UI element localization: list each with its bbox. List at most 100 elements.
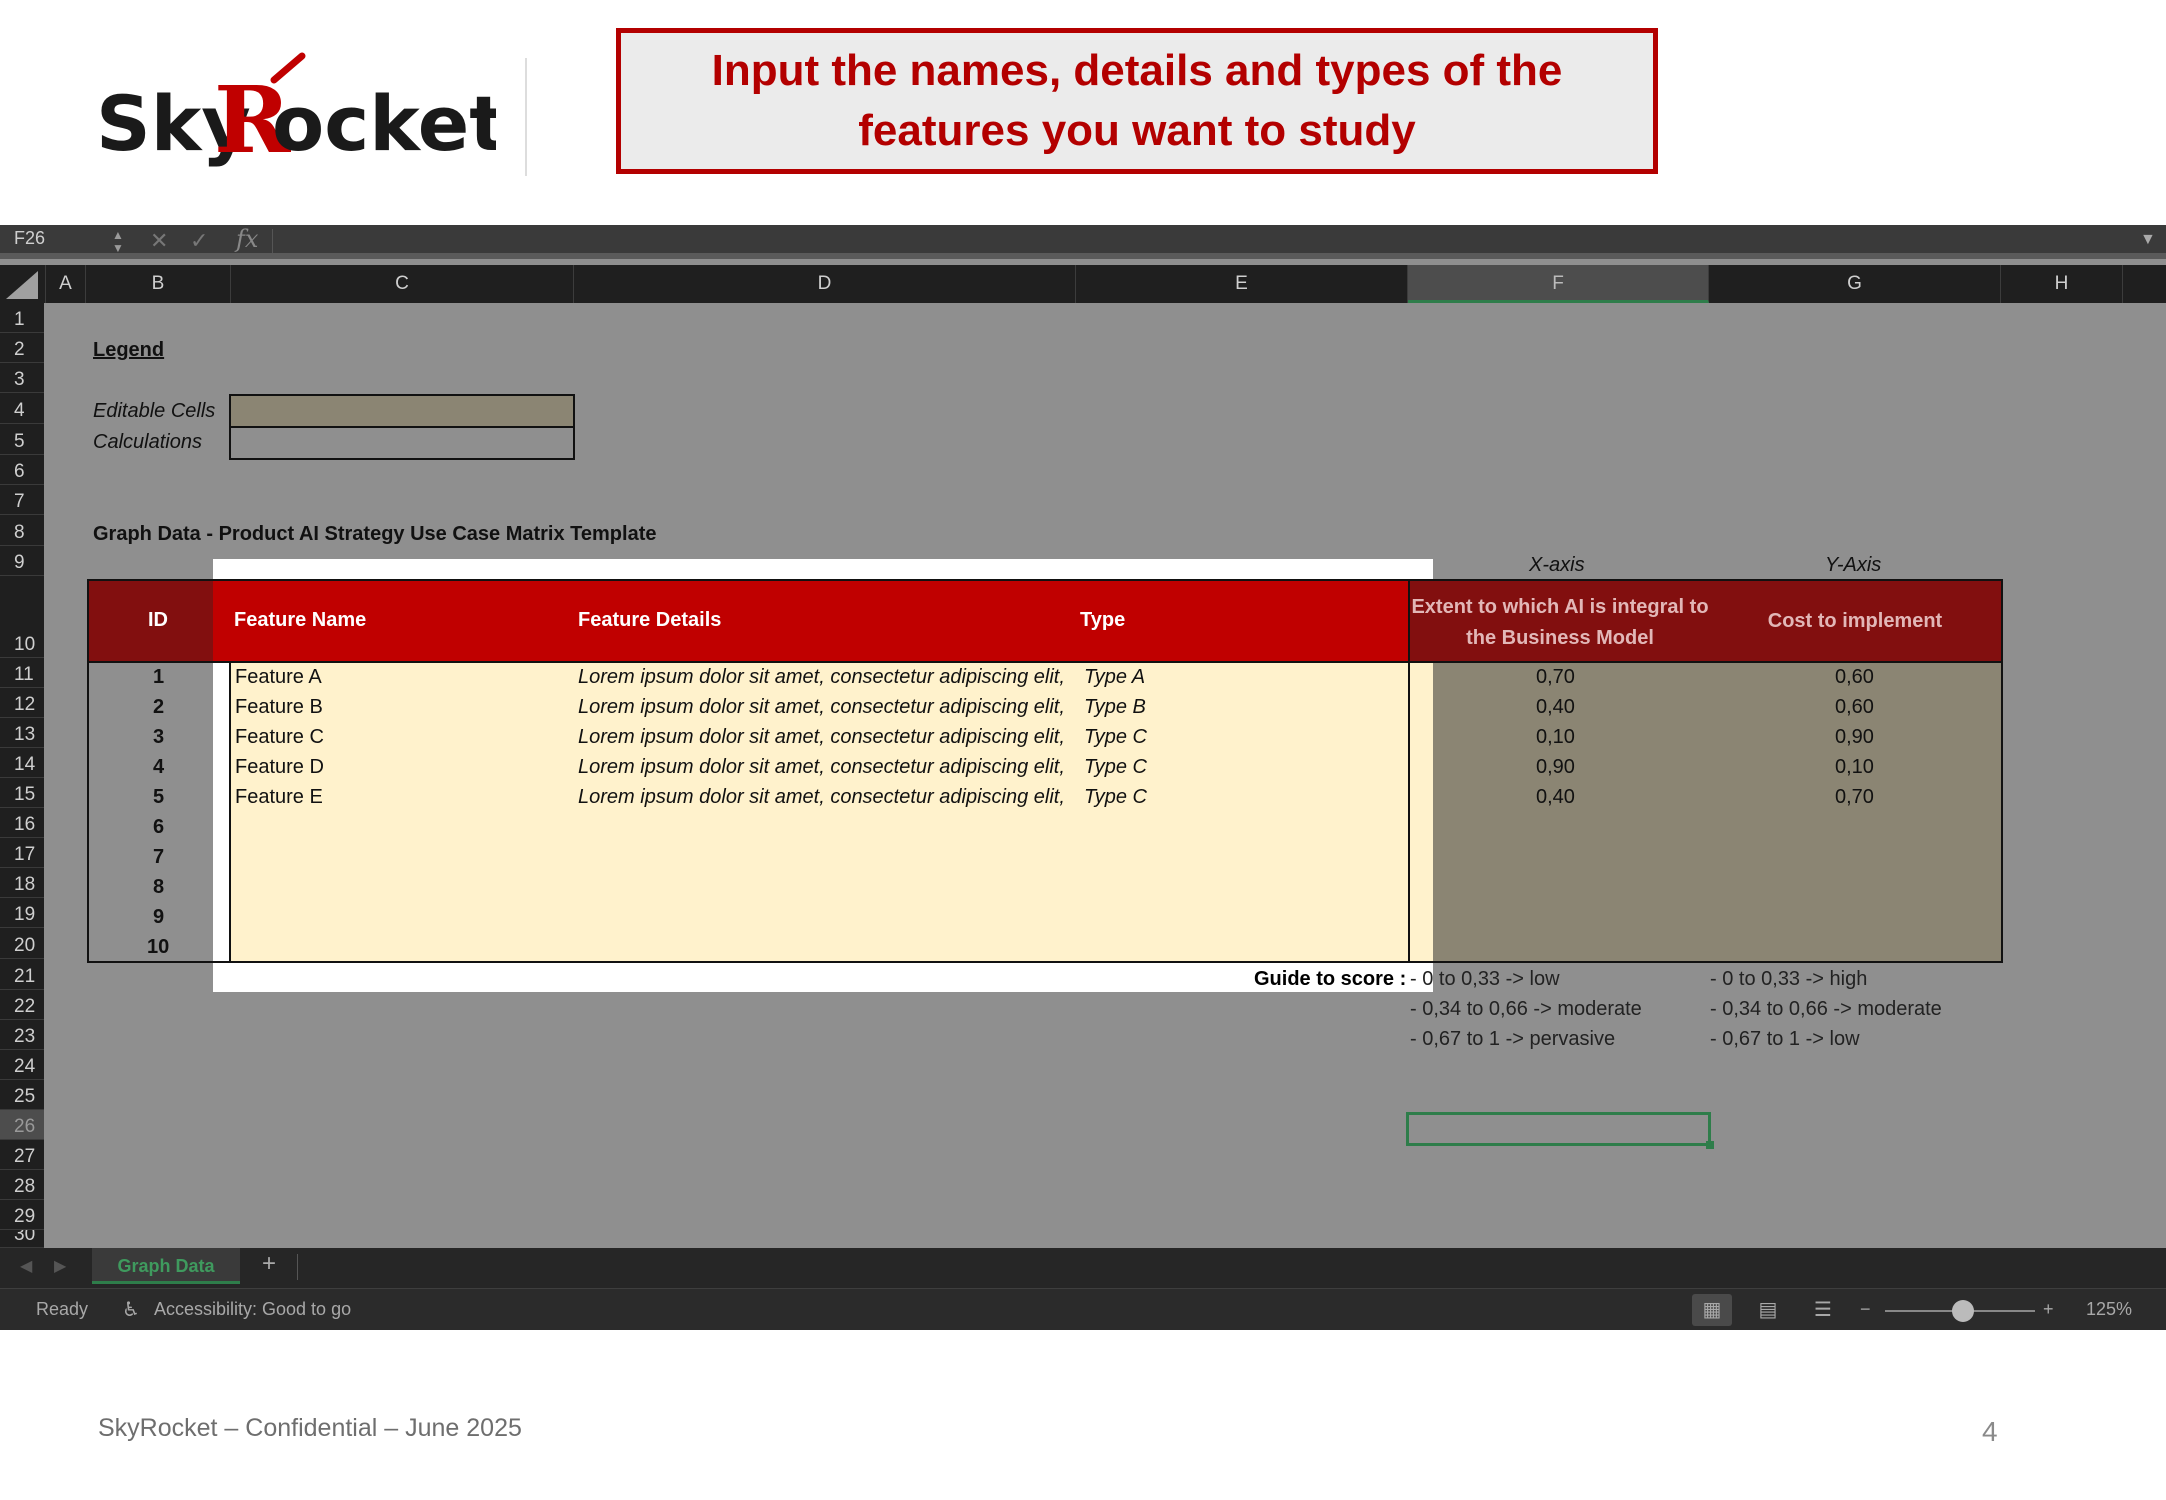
row-header[interactable]: 25 [0, 1080, 44, 1110]
name-box-stepper-icon[interactable]: ▲ ▼ [112, 229, 124, 255]
cell-feature-name[interactable]: Feature D [235, 756, 324, 779]
column-header-c[interactable]: C [231, 265, 574, 303]
cancel-icon[interactable]: ✕ [150, 228, 168, 254]
cell-y-value[interactable]: 0,90 [1835, 726, 1874, 749]
row-header[interactable]: 1 [0, 303, 44, 333]
row-header[interactable]: 2 [0, 333, 44, 363]
slide: Sky R ocket Input the names, details and… [0, 0, 2166, 1500]
cell-feature-details[interactable]: Lorem ipsum dolor sit amet, consectetur … [578, 786, 1065, 809]
accessibility-status[interactable]: Accessibility: Good to go [154, 1299, 351, 1320]
cell-feature-name[interactable]: Feature B [235, 696, 323, 719]
column-header-h[interactable]: H [2001, 265, 2123, 303]
formula-input[interactable] [272, 229, 2128, 253]
row-header[interactable]: 24 [0, 1050, 44, 1080]
page-number: 4 [1982, 1416, 1998, 1447]
score-region[interactable] [1433, 662, 2002, 962]
row-header[interactable]: 10 [0, 576, 44, 658]
column-header-d[interactable]: D [574, 265, 1076, 303]
zoom-slider-thumb[interactable] [1952, 1300, 1974, 1322]
page-layout-view-icon[interactable]: ▤ [1748, 1294, 1788, 1326]
legend-calc-swatch [229, 426, 575, 460]
guide-x-low: - 0 to 0,33 -> low [1410, 968, 1560, 990]
cell-feature-name[interactable]: Feature C [235, 726, 324, 749]
page-break-view-icon[interactable]: ☰ [1803, 1294, 1843, 1326]
row-header[interactable]: 9 [0, 546, 44, 576]
cell-y-value[interactable]: 0,10 [1835, 756, 1874, 779]
header-cells-red [213, 580, 1409, 662]
normal-view-icon[interactable]: ▦ [1692, 1294, 1732, 1326]
guide-x-pervasive: - 0,67 to 1 -> pervasive [1410, 1028, 1616, 1050]
cell-y-value[interactable]: 0,60 [1835, 696, 1874, 719]
column-header-g[interactable]: G [1709, 265, 2001, 303]
row-header[interactable]: 27 [0, 1140, 44, 1170]
cell-y-value[interactable]: 0,70 [1835, 786, 1874, 809]
row-header[interactable]: 29 [0, 1200, 44, 1230]
row-header[interactable]: 13 [0, 718, 44, 748]
tab-scroll-right-icon[interactable]: ▶ [54, 1256, 66, 1276]
cell-feature-name[interactable]: Feature E [235, 786, 323, 809]
accessibility-icon[interactable]: ♿ [122, 1297, 140, 1322]
chevron-down-icon[interactable]: ▼ [2140, 231, 2156, 249]
row-header[interactable]: 7 [0, 485, 44, 515]
row-header[interactable]: 19 [0, 898, 44, 928]
column-header-b[interactable]: B [86, 265, 231, 303]
cell-type[interactable]: Type C [1084, 726, 1147, 749]
fill-handle[interactable] [1706, 1141, 1714, 1149]
row-header[interactable]: 30 [0, 1230, 44, 1248]
cell-type[interactable]: Type C [1084, 756, 1147, 779]
legend-title: Legend [93, 339, 165, 361]
row-header[interactable]: 5 [0, 424, 44, 455]
row-header[interactable]: 14 [0, 748, 44, 778]
row-header[interactable]: 23 [0, 1020, 44, 1050]
row-header[interactable]: 17 [0, 838, 44, 868]
row-header[interactable]: 21 [0, 959, 44, 990]
tab-separator [297, 1254, 298, 1280]
cell-feature-details[interactable]: Lorem ipsum dolor sit amet, consectetur … [578, 726, 1065, 749]
cell-y-value[interactable]: 0,60 [1835, 666, 1874, 689]
cell-type[interactable]: Type C [1084, 786, 1147, 809]
column-header-e[interactable]: E [1076, 265, 1408, 303]
row-header[interactable]: 15 [0, 778, 44, 808]
row-headers: 1 2 3 4 5 6 7 8 9 10 11 12 13 14 15 16 1… [0, 303, 44, 1248]
cell-x-value[interactable]: 0,10 [1536, 726, 1575, 749]
enter-icon[interactable]: ✓ [190, 228, 208, 254]
row-header[interactable]: 18 [0, 868, 44, 898]
zoom-level[interactable]: 125% [2086, 1299, 2132, 1320]
sheet-grid[interactable]: Legend Editable Cells Calculations Graph… [44, 303, 2166, 1248]
column-header-a[interactable]: A [46, 265, 86, 303]
row-header[interactable]: 20 [0, 928, 44, 959]
select-all-corner[interactable] [0, 265, 46, 303]
row-header[interactable]: 3 [0, 363, 44, 393]
row-header[interactable]: 6 [0, 455, 44, 485]
cell-x-value[interactable]: 0,40 [1536, 786, 1575, 809]
cell-feature-details[interactable]: Lorem ipsum dolor sit amet, consectetur … [578, 756, 1065, 779]
cell-x-value[interactable]: 0,40 [1536, 696, 1575, 719]
add-sheet-button[interactable]: + [262, 1250, 276, 1278]
cell-x-value[interactable]: 0,90 [1536, 756, 1575, 779]
logo-divider [525, 58, 527, 176]
row-header[interactable]: 26 [0, 1110, 44, 1140]
cell-type[interactable]: Type A [1084, 666, 1145, 689]
fx-icon[interactable]: fx [236, 225, 258, 253]
row-header[interactable]: 11 [0, 658, 44, 688]
sheet-tab-graph-data[interactable]: Graph Data [92, 1248, 240, 1284]
row-header[interactable]: 4 [0, 393, 44, 424]
row-header[interactable]: 22 [0, 990, 44, 1020]
cell-x-value[interactable]: 0,70 [1536, 666, 1575, 689]
cell-feature-details[interactable]: Lorem ipsum dolor sit amet, consectetur … [578, 666, 1065, 689]
tab-scroll-left-icon[interactable]: ◀ [20, 1256, 32, 1276]
row-header[interactable]: 16 [0, 808, 44, 838]
selected-cell-f26[interactable] [1406, 1112, 1711, 1146]
table-border-top [87, 579, 2003, 581]
zoom-in-button[interactable]: + [2043, 1299, 2054, 1320]
row-header[interactable]: 28 [0, 1170, 44, 1200]
cell-feature-details[interactable]: Lorem ipsum dolor sit amet, consectetur … [578, 696, 1065, 719]
cell-type[interactable]: Type B [1084, 696, 1146, 719]
column-header-f[interactable]: F [1408, 265, 1709, 303]
cell-feature-name[interactable]: Feature A [235, 666, 322, 689]
row-header[interactable]: 12 [0, 688, 44, 718]
instruction-callout: Input the names, details and types of th… [616, 28, 1658, 174]
row-header[interactable]: 8 [0, 515, 44, 546]
header-x-value: Extent to which AI is integral to the Bu… [1411, 596, 1709, 649]
zoom-out-button[interactable]: − [1860, 1299, 1871, 1320]
